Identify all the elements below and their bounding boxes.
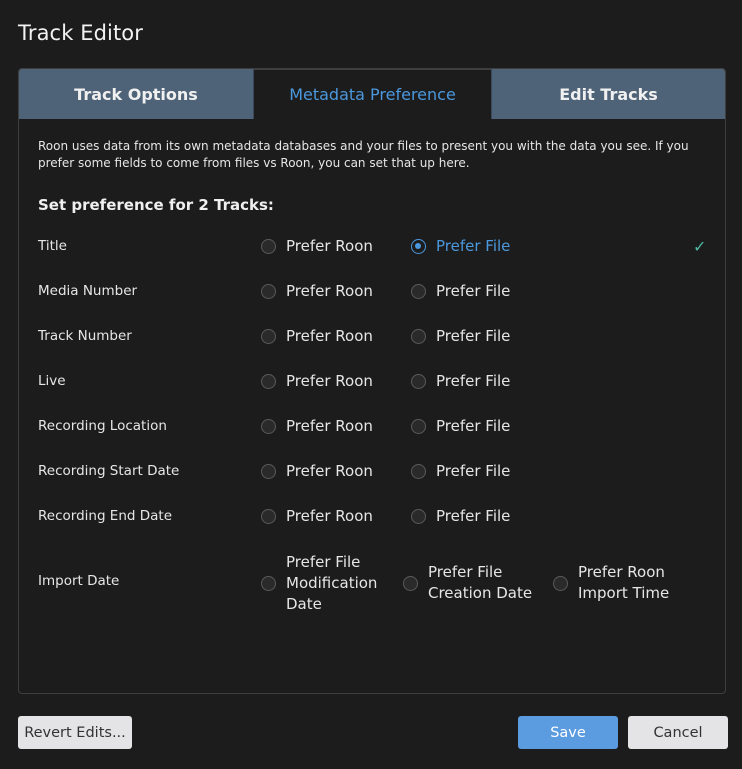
media-number-prefer-file-option[interactable]: Prefer File: [411, 281, 510, 302]
option-label-line: Import Time: [578, 584, 670, 602]
radio-unselected-icon[interactable]: [261, 576, 276, 591]
option-label: Prefer Roon: [286, 507, 373, 525]
description-text: Roon uses data from its own metadata dat…: [38, 139, 689, 170]
window-title: Track Editor: [18, 21, 143, 45]
radio-unselected-icon[interactable]: [411, 374, 426, 389]
preference-heading: Set preference for 2 Tracks:: [38, 196, 274, 214]
option-label-line: Modification: [286, 574, 378, 592]
media-number-prefer-roon-option[interactable]: Prefer Roon: [261, 281, 373, 302]
tab-metadata-preference[interactable]: Metadata Preference: [254, 69, 491, 119]
option-label: Prefer File Modification Date: [286, 552, 377, 615]
track-number-prefer-roon-option[interactable]: Prefer Roon: [261, 326, 373, 347]
row-label-recording-location: Recording Location: [38, 418, 167, 434]
radio-unselected-icon[interactable]: [261, 464, 276, 479]
recording-start-date-prefer-roon-option[interactable]: Prefer Roon: [261, 461, 373, 482]
live-prefer-file-option[interactable]: Prefer File: [411, 371, 510, 392]
radio-unselected-icon[interactable]: [261, 509, 276, 524]
import-date-option-2[interactable]: Prefer File Creation Date: [403, 562, 532, 604]
check-icon: ✓: [693, 237, 707, 256]
row-label-recording-start-date: Recording Start Date: [38, 463, 180, 479]
cancel-button[interactable]: Cancel: [628, 716, 728, 749]
live-prefer-roon-option[interactable]: Prefer Roon: [261, 371, 373, 392]
recording-start-date-prefer-file-option[interactable]: Prefer File: [411, 461, 510, 482]
radio-unselected-icon[interactable]: [261, 239, 276, 254]
radio-unselected-icon[interactable]: [403, 575, 418, 591]
option-label: Prefer Roon Import Time: [578, 562, 669, 604]
tab-bar: Track Options Metadata Preference Edit T…: [19, 69, 725, 119]
title-prefer-file-option[interactable]: Prefer File: [411, 236, 510, 257]
row-label-live: Live: [38, 373, 66, 389]
recording-end-date-prefer-roon-option[interactable]: Prefer Roon: [261, 506, 373, 527]
radio-unselected-icon[interactable]: [411, 464, 426, 479]
track-number-prefer-file-option[interactable]: Prefer File: [411, 326, 510, 347]
recording-location-prefer-roon-option[interactable]: Prefer Roon: [261, 416, 373, 437]
tab-track-options[interactable]: Track Options: [19, 69, 254, 119]
recording-end-date-prefer-file-option[interactable]: Prefer File: [411, 506, 510, 527]
option-label: Prefer Roon: [286, 372, 373, 390]
option-label: Prefer Roon: [286, 282, 373, 300]
radio-unselected-icon[interactable]: [261, 284, 276, 299]
revert-edits-button[interactable]: Revert Edits...: [18, 716, 132, 749]
radio-unselected-icon[interactable]: [411, 509, 426, 524]
option-label: Prefer File: [436, 327, 511, 345]
option-label: Prefer File: [436, 462, 511, 480]
option-label-line: Prefer Roon: [578, 563, 665, 581]
radio-selected-icon[interactable]: [411, 239, 426, 254]
row-label-title: Title: [38, 238, 67, 254]
import-date-option-3[interactable]: Prefer Roon Import Time: [553, 562, 669, 604]
option-label: Prefer File: [436, 282, 511, 300]
option-label-line: Date: [286, 595, 322, 613]
radio-unselected-icon[interactable]: [261, 329, 276, 344]
save-button[interactable]: Save: [518, 716, 618, 749]
radio-unselected-icon[interactable]: [553, 575, 568, 591]
radio-unselected-icon[interactable]: [411, 329, 426, 344]
option-label: Prefer Roon: [286, 327, 373, 345]
option-label: Prefer Roon: [286, 417, 373, 435]
option-label: Prefer File: [436, 237, 511, 255]
option-label: Prefer File Creation Date: [428, 562, 532, 604]
option-label: Prefer File: [436, 417, 511, 435]
row-label-recording-end-date: Recording End Date: [38, 508, 173, 524]
radio-unselected-icon[interactable]: [261, 419, 276, 434]
radio-unselected-icon[interactable]: [261, 374, 276, 389]
option-label: Prefer File: [436, 507, 511, 525]
option-label: Prefer File: [436, 372, 511, 390]
row-label-media-number: Media Number: [38, 283, 138, 299]
import-date-option-1[interactable]: Prefer File Modification Date: [261, 552, 377, 615]
option-label: Prefer Roon: [286, 462, 373, 480]
title-prefer-roon-option[interactable]: Prefer Roon: [261, 236, 373, 257]
option-label: Prefer Roon: [286, 237, 373, 255]
option-label-line: Prefer File: [428, 563, 503, 581]
tab-edit-tracks[interactable]: Edit Tracks: [491, 69, 725, 119]
radio-unselected-icon[interactable]: [411, 284, 426, 299]
option-label-line: Creation Date: [428, 584, 533, 602]
row-label-import-date: Import Date: [38, 573, 120, 589]
radio-unselected-icon[interactable]: [411, 419, 426, 434]
recording-location-prefer-file-option[interactable]: Prefer File: [411, 416, 510, 437]
option-label-line: Prefer File: [286, 553, 361, 571]
editor-panel: Track Options Metadata Preference Edit T…: [18, 68, 726, 694]
row-label-track-number: Track Number: [38, 328, 132, 344]
